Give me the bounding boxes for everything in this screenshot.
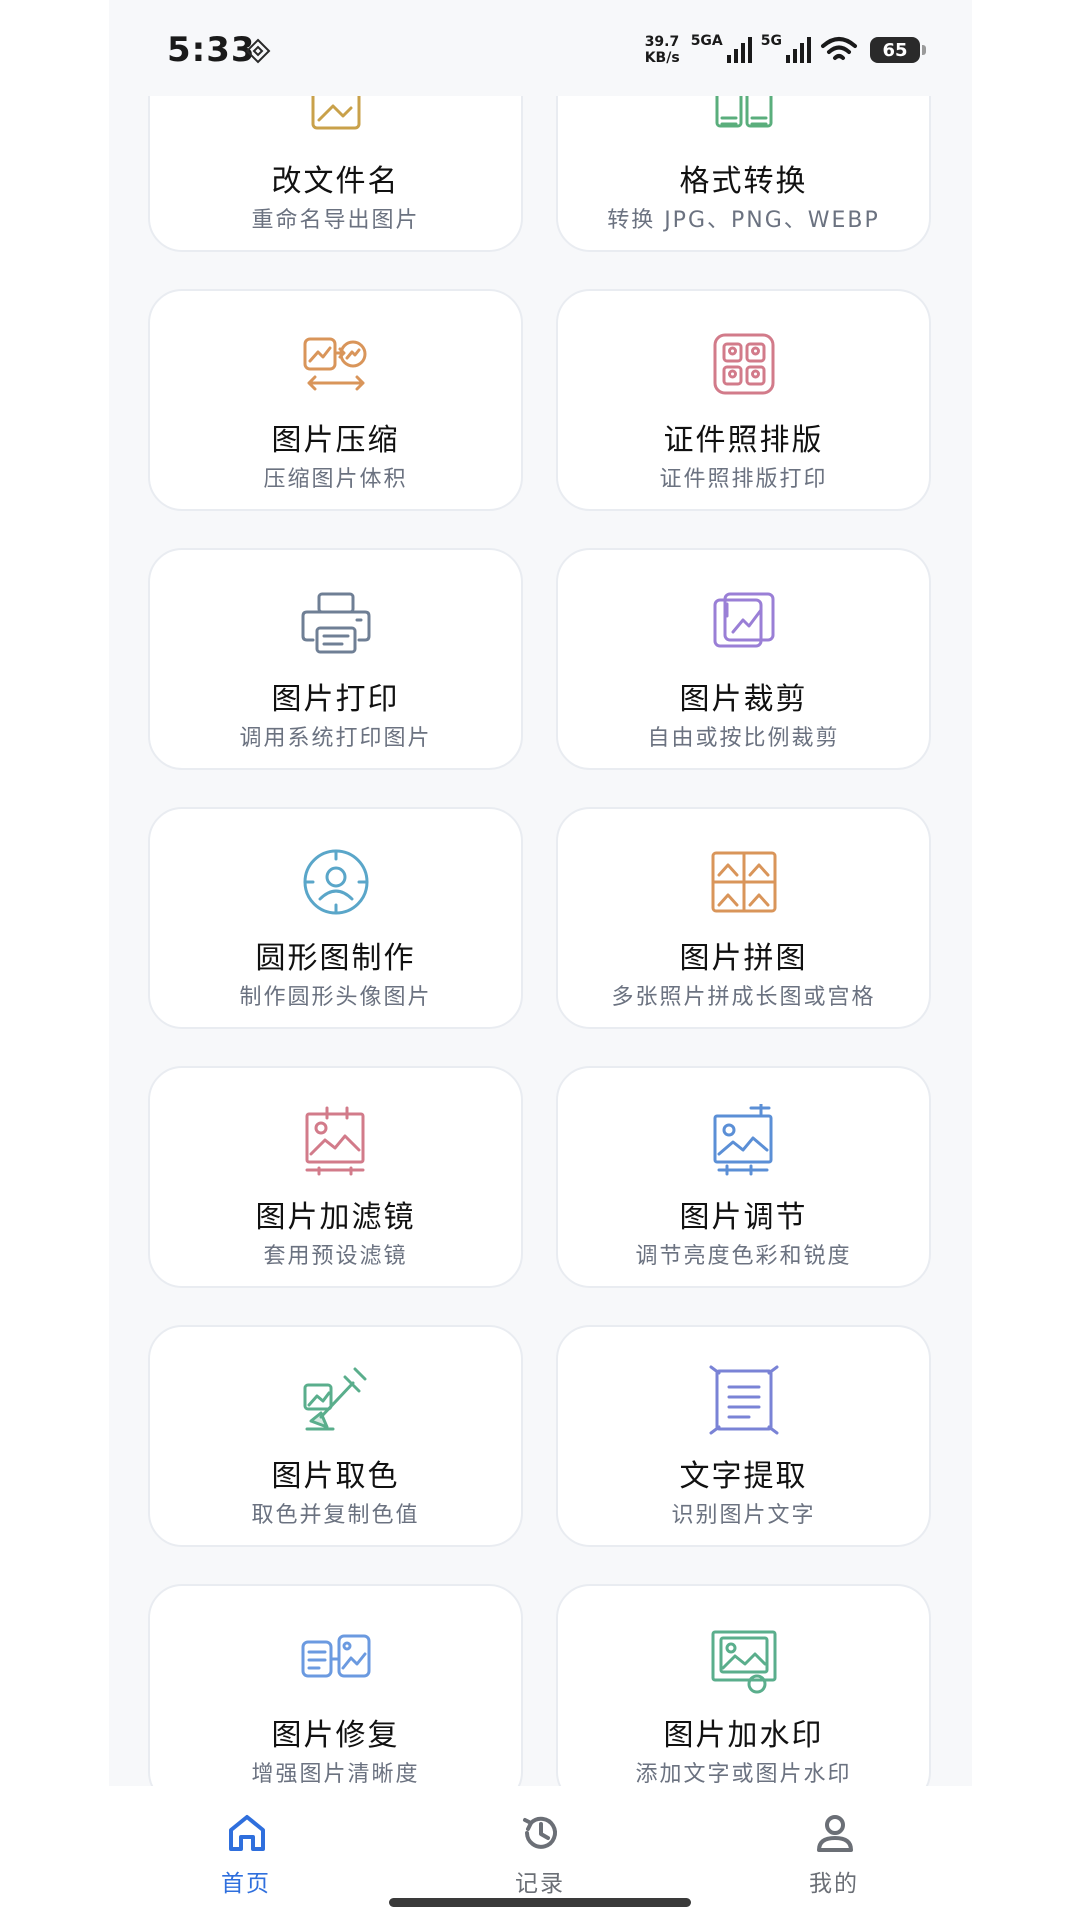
card-subtitle: 识别图片文字 <box>671 1503 816 1528</box>
card-title: 图片加水印 <box>663 1718 824 1753</box>
card-subtitle: 转换 JPG、PNG、WEBP <box>607 208 880 233</box>
sim1-signal: 5GA <box>690 33 755 65</box>
card-subtitle: 制作圆形头像图片 <box>239 985 432 1010</box>
signal-icon <box>726 37 752 63</box>
nav-profile-label: 我的 <box>809 1871 859 1897</box>
card-subtitle: 调节亮度色彩和锐度 <box>635 1244 852 1269</box>
circle-avatar-icon <box>303 849 368 915</box>
tool-card-adjust[interactable]: 图片调节 调节亮度色彩和锐度 <box>556 1066 931 1288</box>
wifi-icon <box>821 37 857 60</box>
card-subtitle: 调用系统打印图片 <box>239 726 432 751</box>
status-time: 5:33 <box>167 30 256 70</box>
tool-card-restore[interactable]: 图片修复 增强图片清晰度 <box>148 1584 523 1806</box>
net-speed-value: 39.7 <box>644 34 680 50</box>
card-title: 图片取色 <box>271 1459 400 1494</box>
card-subtitle: 证件照排版打印 <box>659 467 828 492</box>
card-title: 图片加滤镜 <box>255 1200 416 1235</box>
nav-home-label: 首页 <box>221 1871 271 1897</box>
card-title: 图片修复 <box>271 1718 400 1753</box>
color-picker-icon <box>303 1367 366 1431</box>
card-subtitle: 取色并复制色值 <box>251 1503 420 1528</box>
card-title: 圆形图制作 <box>255 941 416 976</box>
restore-icon <box>301 1634 370 1678</box>
card-title: 图片打印 <box>271 682 400 717</box>
tool-card-crop[interactable]: 图片裁剪 自由或按比例裁剪 <box>556 548 931 770</box>
nav-history-label: 记录 <box>515 1871 565 1897</box>
net-speed: 39.7 KB/s <box>645 34 685 66</box>
watermark-icon <box>711 1630 776 1694</box>
tool-card-id-photo[interactable]: 证件照排版 证件照排版打印 <box>556 289 931 511</box>
sim1-label: 5GA <box>690 33 723 49</box>
adjust-icon <box>713 1104 772 1176</box>
card-title: 图片拼图 <box>679 941 808 976</box>
compress-icon <box>303 337 366 391</box>
history-icon <box>523 1816 557 1849</box>
printer-icon <box>301 592 370 654</box>
id-photo-icon <box>713 333 774 395</box>
card-subtitle: 添加文字或图片水印 <box>635 1762 852 1787</box>
nav-profile[interactable]: 我的 <box>754 1786 914 1897</box>
tool-card-circle-avatar[interactable]: 圆形图制作 制作圆形头像图片 <box>148 807 523 1029</box>
home-gesture-bar[interactable] <box>389 1898 691 1907</box>
collage-icon <box>711 851 776 913</box>
status-bar: 5:33 39.7 KB/s 5GA 5G 65 <box>109 0 972 96</box>
net-speed-unit: KB/s <box>644 50 680 66</box>
text-extract-icon <box>709 1365 778 1435</box>
card-title: 格式转换 <box>679 164 808 199</box>
signal-icon <box>786 37 811 63</box>
card-subtitle: 多张照片拼成长图或宫格 <box>611 985 876 1010</box>
nfc-icon <box>245 38 271 64</box>
nav-history[interactable]: 记录 <box>460 1786 620 1897</box>
card-title: 图片压缩 <box>271 423 400 458</box>
nav-home[interactable]: 首页 <box>166 1786 326 1897</box>
tool-card-watermark[interactable]: 图片加水印 添加文字或图片水印 <box>556 1584 931 1806</box>
filter-icon <box>305 1106 364 1176</box>
tool-card-print[interactable]: 图片打印 调用系统打印图片 <box>148 548 523 770</box>
crop-icon <box>713 592 774 648</box>
tool-card-compress[interactable]: 图片压缩 压缩图片体积 <box>148 289 523 511</box>
card-title: 文字提取 <box>679 1459 808 1494</box>
card-subtitle: 重命名导出图片 <box>251 208 420 233</box>
bottom-navigation: 首页 记录 我的 <box>109 1786 972 1920</box>
tool-card-color-picker[interactable]: 图片取色 取色并复制色值 <box>148 1325 523 1547</box>
tool-card-collage[interactable]: 图片拼图 多张照片拼成长图或宫格 <box>556 807 931 1029</box>
home-icon <box>229 1815 265 1851</box>
sim2-signal: 5G <box>760 33 814 65</box>
card-subtitle: 压缩图片体积 <box>263 467 408 492</box>
status-right-group: 39.7 KB/s 5GA 5G 65 <box>645 30 926 70</box>
sim2-label: 5G <box>760 33 782 49</box>
profile-icon <box>817 1815 853 1852</box>
card-title: 图片裁剪 <box>679 682 808 717</box>
battery-icon: 65 <box>870 37 926 63</box>
app-window: 改文件名 重命名导出图片 格式转换 转换 JPG、PNG、WEBP 图片压缩 压… <box>109 0 972 1920</box>
screen: 改文件名 重命名导出图片 格式转换 转换 JPG、PNG、WEBP 图片压缩 压… <box>0 0 1080 1920</box>
card-title: 图片调节 <box>679 1200 808 1235</box>
card-subtitle: 增强图片清晰度 <box>251 1762 420 1787</box>
card-subtitle: 自由或按比例裁剪 <box>647 726 840 751</box>
card-subtitle: 套用预设滤镜 <box>263 1244 408 1269</box>
tool-card-filter[interactable]: 图片加滤镜 套用预设滤镜 <box>148 1066 523 1288</box>
card-title: 改文件名 <box>271 164 400 199</box>
tool-card-text-extract[interactable]: 文字提取 识别图片文字 <box>556 1325 931 1547</box>
card-title: 证件照排版 <box>663 423 824 458</box>
